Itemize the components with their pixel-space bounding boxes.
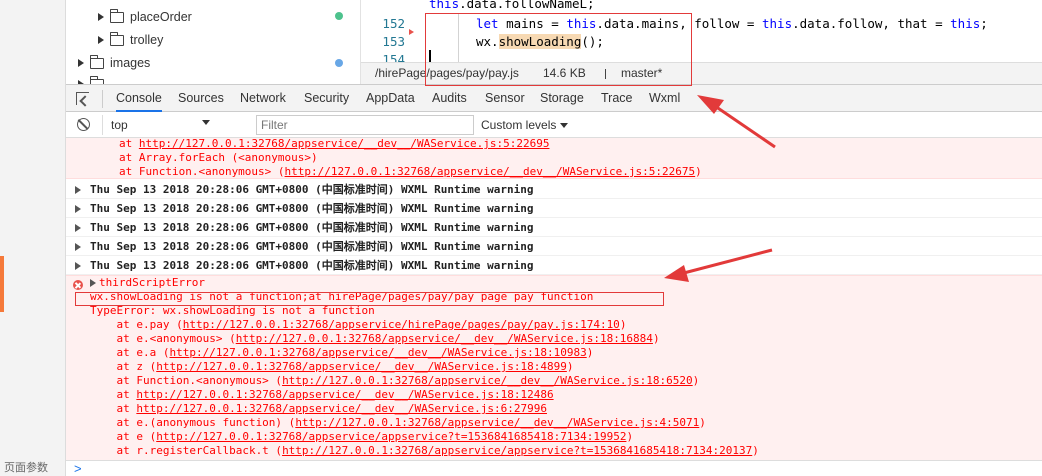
stack-line: at e.a (http://127.0.0.1:32768/appservic…: [90, 346, 594, 359]
source-link[interactable]: http://127.0.0.1:32768/appservice/hirePa…: [183, 318, 620, 331]
line-number: 153: [382, 34, 405, 49]
folder-icon: [110, 8, 124, 23]
chevron-right-icon[interactable]: [98, 36, 104, 44]
breakpoint-marker-icon[interactable]: [409, 29, 414, 35]
tree-item-label: images: [110, 56, 151, 70]
tree-item-label: placeOrder: [130, 10, 192, 24]
source-link[interactable]: http://127.0.0.1:32768/appservice/__dev_…: [295, 416, 699, 429]
prompt-chevron-icon: >: [74, 461, 82, 476]
tab-audits[interactable]: Audits: [432, 85, 467, 112]
error-message-block: at http://127.0.0.1:32768/appservice/__d…: [66, 138, 1042, 179]
expand-triangle-icon[interactable]: [75, 186, 81, 194]
source-link[interactable]: http://127.0.0.1:32768/appservice/__dev_…: [285, 165, 696, 178]
clear-console-icon[interactable]: [77, 118, 90, 131]
chevron-right-icon[interactable]: [98, 13, 104, 21]
tree-item-partial[interactable]: [78, 74, 110, 84]
status-dot: [335, 12, 343, 20]
inspect-element-icon[interactable]: [76, 92, 89, 105]
levels-label: Custom levels: [481, 118, 557, 132]
source-link[interactable]: http://127.0.0.1:32768/appservice/__dev_…: [136, 388, 553, 401]
stack-line: at http://127.0.0.1:32768/appservice/__d…: [90, 388, 554, 401]
tab-appdata[interactable]: AppData: [366, 85, 415, 112]
stack-line: at e.(anonymous function) (http://127.0.…: [90, 416, 706, 429]
tab-sensor[interactable]: Sensor: [485, 85, 525, 112]
expand-triangle-icon[interactable]: [75, 205, 81, 213]
source-link[interactable]: http://127.0.0.1:32768/appservice/__dev_…: [139, 138, 550, 150]
log-levels-dropdown[interactable]: Custom levels: [481, 115, 569, 135]
tree-item-placeorder[interactable]: placeOrder: [98, 7, 192, 27]
warning-row[interactable]: Thu Sep 13 2018 20:28:06 GMT+0800 (中国标准时…: [66, 256, 1042, 275]
stack-line: at Array.forEach (<anonymous>): [66, 151, 318, 164]
tab-storage[interactable]: Storage: [540, 85, 584, 112]
stack-line: at Function.<anonymous> (http://127.0.0.…: [90, 374, 700, 387]
tab-wxml[interactable]: Wxml: [649, 85, 680, 112]
active-indicator: [0, 256, 4, 312]
annotation-box-code: [425, 13, 692, 86]
expand-triangle-icon[interactable]: [90, 279, 96, 287]
context-select[interactable]: top: [102, 115, 248, 135]
expand-triangle-icon[interactable]: [75, 224, 81, 232]
source-link[interactable]: http://127.0.0.1:32768/appservice/__dev_…: [236, 332, 653, 345]
stack-line: at Function.<anonymous> (http://127.0.0.…: [66, 165, 702, 178]
tree-item-label: trolley: [130, 33, 164, 47]
console-toolbar: top Custom levels: [66, 112, 1042, 138]
annotation-box-error: [75, 292, 664, 306]
tab-trace[interactable]: Trace: [601, 85, 633, 112]
context-value: top: [111, 118, 128, 132]
folder-icon: [90, 54, 104, 69]
warning-row[interactable]: Thu Sep 13 2018 20:28:06 GMT+0800 (中国标准时…: [66, 199, 1042, 218]
filter-input[interactable]: [256, 115, 474, 135]
source-link[interactable]: http://127.0.0.1:32768/appservice/__dev_…: [282, 374, 693, 387]
chevron-down-icon: [202, 120, 210, 125]
stack-line: at e.pay (http://127.0.0.1:32768/appserv…: [90, 318, 627, 331]
stack-line: at http://127.0.0.1:32768/appservice/__d…: [90, 402, 547, 415]
expand-triangle-icon[interactable]: [75, 243, 81, 251]
line-number: 154: [382, 52, 405, 62]
tree-item-trolley[interactable]: trolley: [98, 30, 163, 50]
chevron-right-icon[interactable]: [78, 59, 84, 67]
tab-network[interactable]: Network: [240, 85, 286, 112]
source-link[interactable]: http://127.0.0.1:32768/appservice/appser…: [156, 430, 626, 443]
error-icon: [73, 280, 83, 290]
code-line-partial: this.data.followNameL;: [429, 0, 595, 11]
warning-row[interactable]: Thu Sep 13 2018 20:28:06 GMT+0800 (中国标准时…: [66, 180, 1042, 199]
type-error: TypeError: wx.showLoading is not a funct…: [90, 304, 375, 317]
source-link[interactable]: http://127.0.0.1:32768/appservice/__dev_…: [136, 402, 547, 415]
separator: [102, 90, 103, 108]
expand-triangle-icon[interactable]: [75, 262, 81, 270]
left-panel: [0, 0, 66, 476]
warning-row[interactable]: Thu Sep 13 2018 20:28:06 GMT+0800 (中国标准时…: [66, 218, 1042, 237]
console-prompt[interactable]: >: [66, 460, 1042, 476]
warning-row[interactable]: Thu Sep 13 2018 20:28:06 GMT+0800 (中国标准时…: [66, 237, 1042, 256]
devtools-tabbar: Console Sources Network Security AppData…: [66, 84, 1042, 112]
tab-console[interactable]: Console: [116, 85, 162, 112]
source-link[interactable]: http://127.0.0.1:32768/appservice/appser…: [282, 444, 752, 457]
tab-security[interactable]: Security: [304, 85, 349, 112]
stack-line: at e (http://127.0.0.1:32768/appservice/…: [90, 430, 634, 443]
stack-line: at r.registerCallback.t (http://127.0.0.…: [90, 444, 759, 457]
tab-sources[interactable]: Sources: [178, 85, 224, 112]
status-dot: [335, 59, 343, 67]
tree-item-images[interactable]: images: [78, 53, 150, 73]
source-link[interactable]: http://127.0.0.1:32768/appservice/__dev_…: [156, 360, 567, 373]
error-group-title[interactable]: thirdScriptError: [99, 276, 205, 290]
file-tree: placeOrder trolley images: [66, 0, 361, 84]
page-params-label[interactable]: 页面参数: [0, 460, 66, 476]
stack-line: at z (http://127.0.0.1:32768/appservice/…: [90, 360, 574, 373]
chevron-down-icon: [560, 123, 569, 129]
line-number: 152: [382, 16, 405, 31]
source-link[interactable]: http://127.0.0.1:32768/appservice/__dev_…: [169, 346, 586, 359]
folder-icon: [110, 31, 124, 46]
stack-line: at e.<anonymous> (http://127.0.0.1:32768…: [90, 332, 660, 345]
stack-line: at http://127.0.0.1:32768/appservice/__d…: [66, 138, 550, 150]
